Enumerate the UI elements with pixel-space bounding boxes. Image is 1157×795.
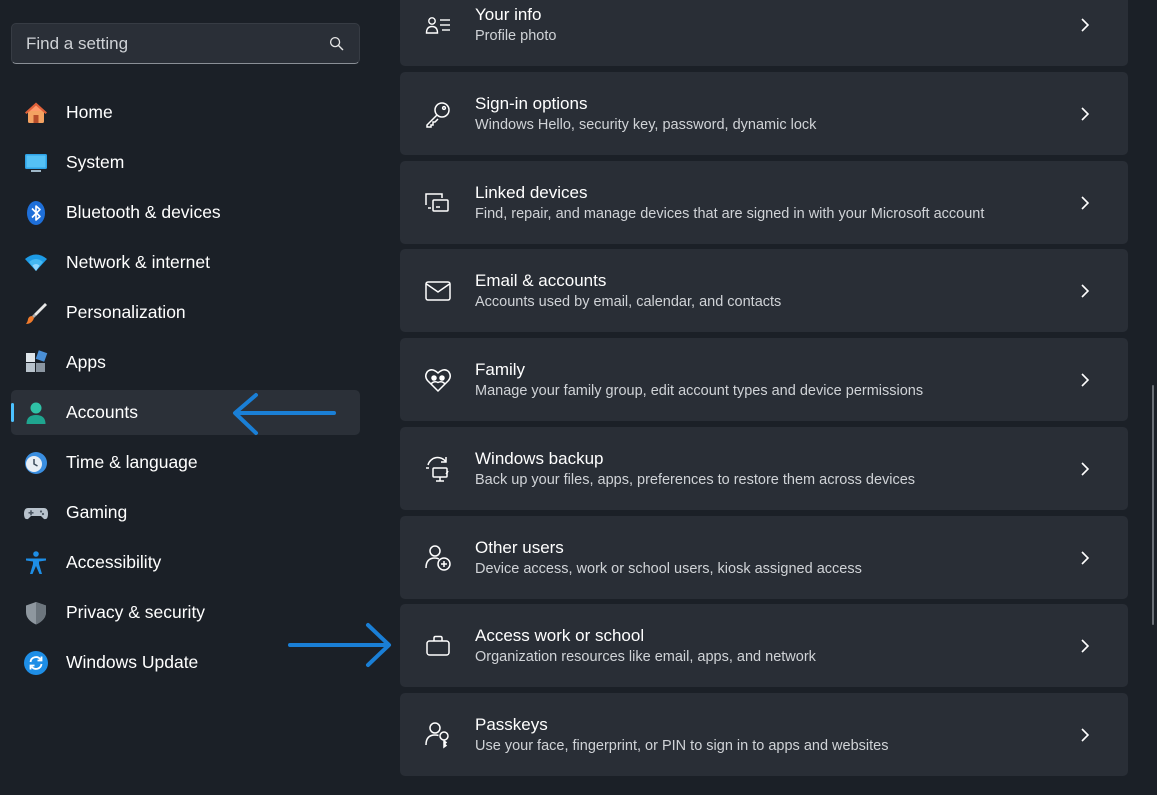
card-subtitle: Find, repair, and manage devices that ar…	[475, 206, 985, 222]
add-user-icon	[424, 544, 452, 572]
sidebar-item-network[interactable]: Network & internet	[11, 240, 360, 285]
sidebar-item-home[interactable]: Home	[11, 90, 360, 135]
card-title: Access work or school	[475, 626, 645, 645]
card-subtitle: Back up your files, apps, preferences to…	[475, 472, 916, 488]
card-family[interactable]: Family Manage your family group, edit ac…	[400, 338, 1128, 421]
sidebar-item-label: Accounts	[66, 402, 138, 422]
briefcase-icon	[424, 632, 452, 660]
chevron-right-icon	[1078, 107, 1092, 121]
card-subtitle: Device access, work or school users, kio…	[475, 561, 862, 577]
sidebar-item-label: Privacy & security	[66, 602, 206, 622]
card-sign-in-options[interactable]: Sign-in options Windows Hello, security …	[400, 72, 1128, 155]
sidebar-item-personalization[interactable]: Personalization	[11, 290, 360, 335]
passkey-icon	[424, 721, 452, 749]
sidebar-item-time-language[interactable]: Time & language	[11, 440, 360, 485]
annotation-arrow-right-icon	[288, 623, 391, 667]
chevron-right-icon	[1078, 196, 1092, 210]
sidebar-item-label: Network & internet	[66, 252, 210, 272]
sidebar-item-bluetooth[interactable]: Bluetooth & devices	[11, 190, 360, 235]
scrollbar-thumb[interactable]	[1152, 385, 1154, 625]
card-title: Sign-in options	[475, 94, 588, 113]
card-title: Passkeys	[475, 715, 548, 734]
apps-icon	[23, 349, 49, 376]
accounts-settings-list: Your info Profile photo Sign-in options …	[400, 0, 1128, 795]
sidebar-item-system[interactable]: System	[11, 140, 360, 185]
card-title: Other users	[475, 538, 564, 557]
user-info-icon	[424, 11, 452, 39]
sidebar-item-label: Accessibility	[66, 552, 162, 572]
sidebar-item-label: Home	[66, 102, 113, 122]
card-email-accounts[interactable]: Email & accounts Accounts used by email,…	[400, 249, 1128, 332]
chevron-right-icon	[1078, 373, 1092, 387]
card-title: Windows backup	[475, 449, 604, 468]
card-passkeys[interactable]: Passkeys Use your face, fingerprint, or …	[400, 693, 1128, 776]
shield-icon	[23, 600, 49, 626]
gamepad-icon	[23, 500, 49, 526]
card-access-work-school[interactable]: Access work or school Organization resou…	[400, 604, 1128, 687]
card-other-users[interactable]: Other users Device access, work or schoo…	[400, 516, 1128, 599]
card-subtitle: Profile photo	[475, 28, 557, 44]
chevron-right-icon	[1078, 728, 1092, 742]
card-your-info[interactable]: Your info Profile photo	[400, 0, 1128, 66]
sidebar-item-label: Bluetooth & devices	[66, 202, 221, 222]
update-icon	[23, 650, 49, 676]
chevron-right-icon	[1078, 18, 1092, 32]
linked-devices-icon	[424, 189, 452, 217]
wifi-icon	[23, 250, 49, 276]
accessibility-icon	[23, 550, 49, 576]
card-windows-backup[interactable]: Windows backup Back up your files, apps,…	[400, 427, 1128, 510]
chevron-right-icon	[1078, 284, 1092, 298]
mail-icon	[424, 277, 452, 305]
chevron-right-icon	[1078, 639, 1092, 653]
sidebar-item-label: Windows Update	[66, 652, 199, 672]
annotation-arrow-left-icon	[233, 393, 336, 435]
brush-icon	[23, 300, 49, 326]
sidebar-item-label: Gaming	[66, 502, 128, 522]
card-title: Email & accounts	[475, 271, 607, 290]
home-icon	[23, 100, 49, 126]
family-heart-icon	[424, 366, 452, 394]
card-title: Family	[475, 360, 526, 379]
chevron-right-icon	[1078, 462, 1092, 476]
card-subtitle: Organization resources like email, apps,…	[475, 649, 816, 665]
backup-icon	[424, 455, 452, 483]
sidebar-item-label: System	[66, 152, 125, 172]
account-icon	[23, 400, 49, 426]
key-icon	[424, 100, 452, 128]
card-linked-devices[interactable]: Linked devices Find, repair, and manage …	[400, 161, 1128, 244]
card-title: Your info	[475, 5, 542, 24]
sidebar-item-label: Personalization	[66, 302, 186, 322]
sidebar-item-apps[interactable]: Apps	[11, 340, 360, 385]
card-subtitle: Accounts used by email, calendar, and co…	[475, 294, 782, 310]
sidebar-item-label: Time & language	[66, 452, 198, 472]
search-box[interactable]: Find a setting	[11, 23, 360, 64]
sidebar-nav: Home System Bluetooth & devices Network …	[11, 90, 360, 690]
clock-globe-icon	[23, 450, 49, 476]
sidebar-item-accessibility[interactable]: Accessibility	[11, 540, 360, 585]
card-subtitle: Windows Hello, security key, password, d…	[475, 117, 817, 133]
search-icon[interactable]	[327, 35, 345, 53]
card-title: Linked devices	[475, 183, 588, 202]
card-subtitle: Manage your family group, edit account t…	[475, 383, 924, 399]
chevron-right-icon	[1078, 551, 1092, 565]
sidebar-item-label: Apps	[66, 352, 106, 372]
system-icon	[23, 150, 49, 176]
sidebar-item-gaming[interactable]: Gaming	[11, 490, 360, 535]
bluetooth-icon	[23, 200, 49, 226]
card-subtitle: Use your face, fingerprint, or PIN to si…	[475, 738, 889, 754]
search-input[interactable]: Find a setting	[26, 34, 327, 54]
